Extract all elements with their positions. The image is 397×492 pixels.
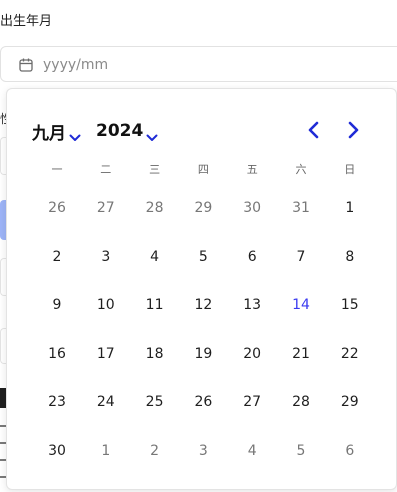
day-cell[interactable]: 12 — [183, 290, 223, 320]
day-cell[interactable]: 22 — [330, 339, 370, 369]
day-cell[interactable]: 3 — [183, 436, 223, 466]
chevron-down-icon — [69, 127, 81, 141]
day-cell[interactable]: 15 — [330, 290, 370, 320]
day-cell[interactable]: 6 — [232, 242, 272, 272]
day-cell[interactable]: 26 — [37, 193, 77, 223]
weekday-label: 日 — [344, 163, 356, 176]
weekday-header: 一二三四五六日 — [32, 161, 372, 179]
day-cell[interactable]: 11 — [135, 290, 175, 320]
day-cell[interactable]: 10 — [86, 290, 126, 320]
day-cell[interactable]: 28 — [281, 387, 321, 417]
day-cell[interactable]: 4 — [232, 436, 272, 466]
day-cell[interactable]: 20 — [232, 339, 272, 369]
weekday-label: 二 — [100, 163, 112, 176]
previous-month-button[interactable] — [303, 119, 325, 141]
day-cell[interactable]: 30 — [37, 436, 77, 466]
day-cell[interactable]: 13 — [232, 290, 272, 320]
day-cell[interactable]: 9 — [37, 290, 77, 320]
day-cell[interactable]: 17 — [86, 339, 126, 369]
month-picker-popup: 九月 2024 一二三四五六日 26 27 28 29 30 31 1 2 3 4 5 6 7 8 9 10 1… — [6, 88, 397, 490]
day-cell[interactable]: 27 — [86, 193, 126, 223]
day-cell[interactable]: 4 — [135, 242, 175, 272]
birth-date-label: 出生年月 — [0, 14, 53, 29]
day-cell[interactable]: 1 — [86, 436, 126, 466]
day-cell[interactable]: 16 — [37, 339, 77, 369]
next-month-button[interactable] — [342, 119, 364, 141]
weekday-label: 六 — [295, 163, 307, 176]
day-cell[interactable]: 8 — [330, 242, 370, 272]
year-select[interactable]: 2024 — [96, 120, 158, 142]
month-select[interactable]: 九月 — [32, 120, 81, 144]
chevron-left-icon — [303, 121, 325, 145]
month-select-label: 九月 — [32, 123, 66, 144]
day-cell[interactable]: 5 — [183, 242, 223, 272]
page: 出生年月 yyyy/mm 性 九月 2024 — [0, 0, 397, 492]
day-cell[interactable]: 29 — [183, 193, 223, 223]
day-cell[interactable]: 29 — [330, 387, 370, 417]
chevron-right-icon — [342, 121, 364, 145]
day-cell[interactable]: 27 — [232, 387, 272, 417]
day-cell[interactable]: 3 — [86, 242, 126, 272]
day-cell[interactable]: 1 — [330, 193, 370, 223]
day-cell[interactable]: 31 — [281, 193, 321, 223]
day-cell[interactable]: 24 — [86, 387, 126, 417]
weekday-label: 一 — [51, 163, 63, 176]
day-cell-today[interactable]: 14 — [281, 290, 321, 320]
day-cell[interactable]: 21 — [281, 339, 321, 369]
weekday-label: 三 — [149, 163, 161, 176]
day-cell[interactable]: 30 — [232, 193, 272, 223]
day-cell[interactable]: 18 — [135, 339, 175, 369]
year-select-label: 2024 — [96, 121, 144, 141]
day-cell[interactable]: 28 — [135, 193, 175, 223]
day-cell[interactable]: 19 — [183, 339, 223, 369]
day-cell[interactable]: 5 — [281, 436, 321, 466]
day-cell[interactable]: 6 — [330, 436, 370, 466]
chevron-down-icon — [146, 127, 158, 141]
day-cell[interactable]: 23 — [37, 387, 77, 417]
day-cell[interactable]: 25 — [135, 387, 175, 417]
birth-date-input[interactable]: yyyy/mm — [0, 46, 397, 82]
day-cell[interactable]: 26 — [183, 387, 223, 417]
calendar-icon — [18, 57, 34, 73]
weekday-label: 四 — [197, 163, 209, 176]
day-cell[interactable]: 7 — [281, 242, 321, 272]
date-input-placeholder: yyyy/mm — [43, 57, 109, 73]
weekday-label: 五 — [246, 163, 258, 176]
day-cell[interactable]: 2 — [37, 242, 77, 272]
day-cell[interactable]: 2 — [135, 436, 175, 466]
